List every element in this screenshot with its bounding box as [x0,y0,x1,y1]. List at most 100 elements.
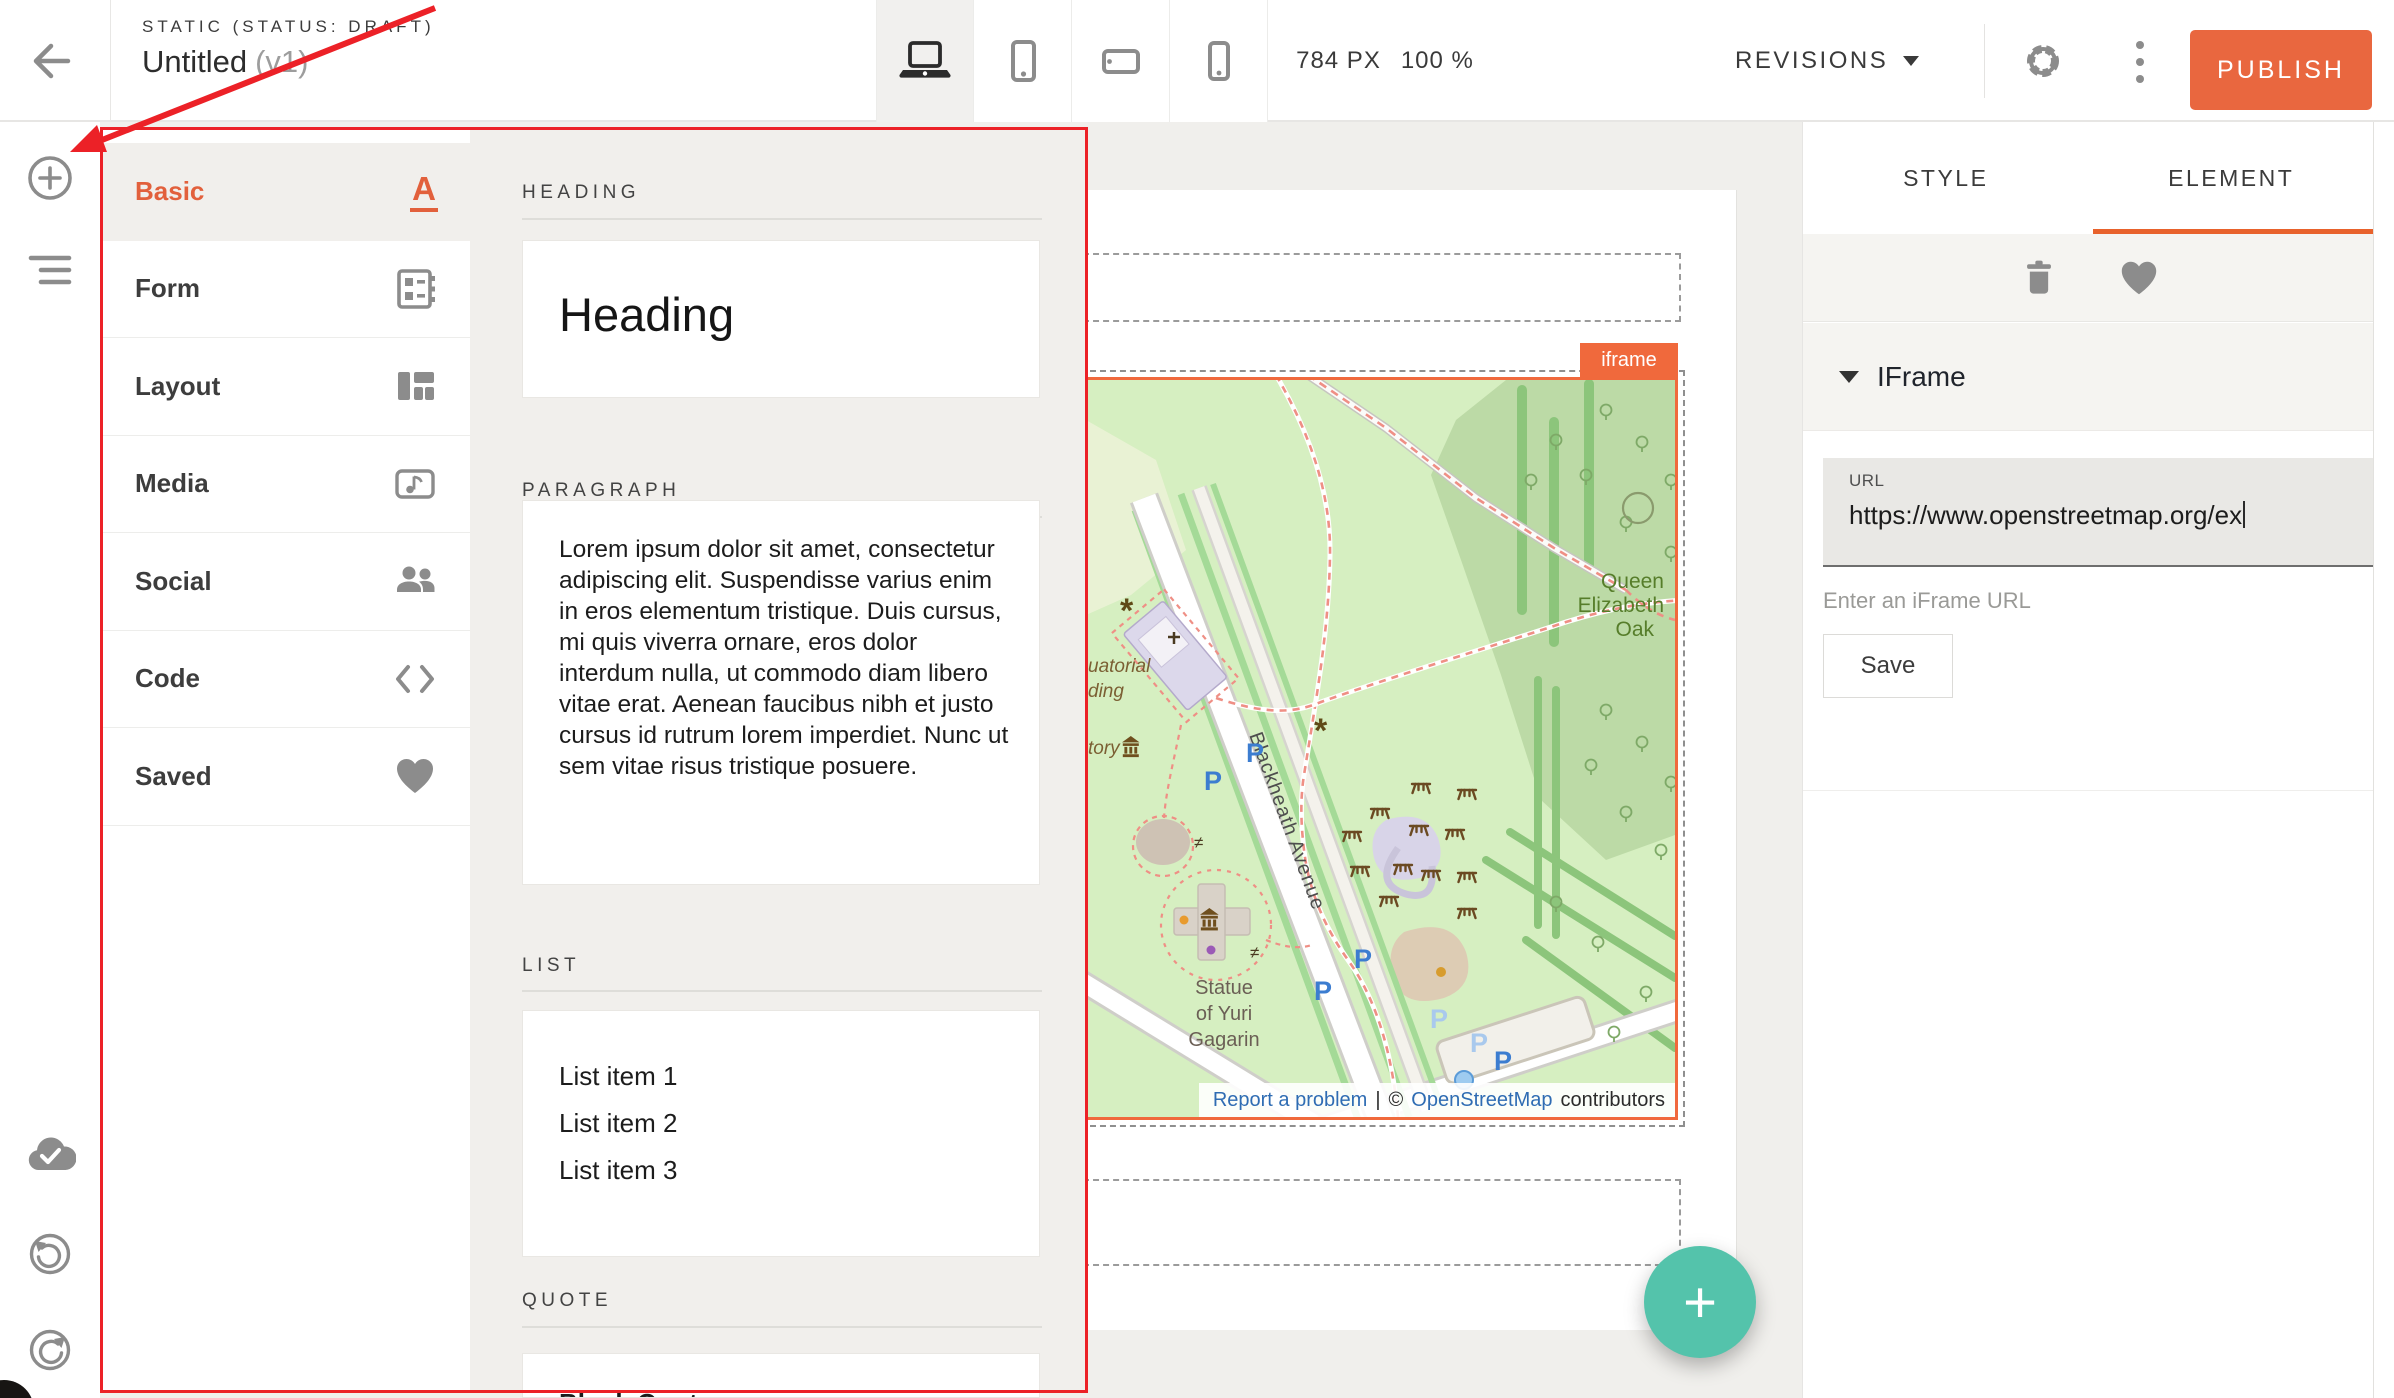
zoom-level-label: 100 % [1401,47,1474,75]
sidebar-item-layout[interactable]: Layout [103,338,470,436]
openstreetmap-preview: Queen Elizabeth Oak Blackheath Avenue St… [1086,380,1675,1117]
empty-drop-placeholder[interactable] [1083,1179,1681,1266]
kebab-menu-icon [2135,39,2145,85]
phone-portrait-icon [1193,37,1245,85]
sidebar-item-form[interactable]: Form [103,241,470,339]
url-helper-text: Enter an iFrame URL [1823,588,2031,614]
code-brackets-icon [392,659,438,699]
section-label-list: LIST [522,955,580,977]
map-asterisk-symbol: * [1314,712,1328,750]
list-element-card[interactable]: List item 1 List item 2 List item 3 [522,1010,1040,1257]
map-parking-p: P [1430,1004,1448,1034]
revisions-dropdown[interactable]: REVISIONS [1735,0,1919,122]
tab-element[interactable]: ELEMENT [2089,122,2375,234]
sidebar-item-label: Media [135,468,209,499]
quote-element-card[interactable]: Block Quote [522,1353,1040,1398]
iframe-element-tag: iframe [1580,343,1678,377]
sidebar-item-media[interactable]: Media [103,436,470,534]
map-asterisk-symbol: * [1120,592,1134,630]
tab-style[interactable]: STYLE [1803,122,2089,234]
section-label-paragraph: PARAGRAPH [522,480,680,502]
map-parking-p: P [1314,976,1332,1006]
openstreetmap-link[interactable]: OpenStreetMap [1411,1089,1552,1112]
map-label-observatory: tory [1088,738,1121,759]
more-options-button[interactable] [2126,38,2154,86]
redo-button[interactable] [24,1324,76,1376]
map-gate-symbol: ≠ [1250,943,1259,962]
add-element-button[interactable] [24,152,76,204]
layers-list-button[interactable] [24,250,76,302]
map-parking-p: P [1494,1046,1512,1076]
heart-icon [2117,256,2161,300]
page-builder-screen: STATIC (STATUS: DRAFT) Untitled(v1) [0,0,2394,1398]
favorite-element-button[interactable] [2117,256,2161,300]
url-field-label: URL [1849,471,1885,491]
map-label-of-yuri: of Yuri [1196,1003,1252,1025]
report-problem-link[interactable]: Report a problem [1213,1089,1368,1112]
section-divider [522,218,1042,220]
toolbar-divider [110,0,111,122]
laptop-icon [897,38,953,84]
contributors-label: contributors [1561,1089,1666,1112]
media-note-icon [392,461,438,507]
tablet-icon [997,37,1049,85]
panel-divider [1803,790,2374,791]
publish-button[interactable]: PUBLISH [2190,30,2372,110]
device-desktop-button[interactable] [876,0,974,122]
phone-landscape-icon [1095,37,1147,85]
map-label-elizabeth: Elizabeth [1578,594,1664,617]
device-landscape-button[interactable] [1072,0,1170,122]
empty-drop-placeholder[interactable] [1083,253,1681,322]
sidebar-item-label: Code [135,663,200,694]
settings-button[interactable] [2016,34,2070,88]
device-phone-button[interactable] [1170,0,1268,122]
iframe-element-selected[interactable]: iframe [1083,377,1678,1120]
section-label-quote: QUOTE [522,1290,612,1312]
elements-palette: HEADING Heading PARAGRAPH Lorem ipsum do… [470,122,1087,1398]
map-parking-p: P [1246,738,1264,768]
list-card-item: List item 2 [523,1100,1039,1147]
chevron-down-icon [1903,56,1919,66]
url-input-field[interactable]: URL https://www.openstreetmap.org/ex [1823,458,2373,567]
iframe-section-header[interactable]: IFrame [1803,323,2374,431]
page-title: Untitled [142,44,247,79]
list-card-item: List item 3 [523,1147,1039,1194]
sidebar-item-basic[interactable]: Basic A [103,143,470,241]
trash-icon [2017,256,2061,300]
heading-element-card[interactable]: Heading [522,240,1040,398]
viewport-size-info: 784 PX 100 % [1285,0,1485,122]
document-info: STATIC (STATUS: DRAFT) Untitled(v1) [142,17,435,80]
map-label-gagarin: Gagarin [1188,1029,1259,1051]
panel-scrollbar-gutter[interactable] [2373,122,2394,1398]
text-cursor [2243,501,2245,528]
sidebar-item-social[interactable]: Social [103,533,470,631]
save-button[interactable]: Save [1823,634,1953,698]
undo-button[interactable] [24,1228,76,1280]
collapse-caret-icon [1839,371,1859,383]
section-divider [522,990,1042,992]
device-tablet-button[interactable] [974,0,1072,122]
delete-element-button[interactable] [2017,256,2061,300]
section-label-heading: HEADING [522,182,640,204]
device-preview-switcher [876,0,1268,122]
copyright-symbol: © [1389,1089,1404,1112]
map-label-building: ding [1088,681,1124,702]
back-button[interactable] [26,36,76,86]
attribution-divider: | [1375,1089,1380,1112]
list-lines-icon [24,250,76,290]
text-basic-icon: A [410,172,438,212]
sidebar-item-code[interactable]: Code [103,631,470,729]
toolbar: STATIC (STATUS: DRAFT) Untitled(v1) [0,0,2394,122]
add-block-fab[interactable]: + [1644,1246,1756,1358]
map-parking-p: P [1204,766,1222,796]
left-rail [0,122,100,1398]
paragraph-element-card[interactable]: Lorem ipsum dolor sit amet, consectetur … [522,500,1040,885]
section-divider [522,1326,1042,1328]
paragraph-card-text: Lorem ipsum dolor sit amet, consectetur … [523,501,1039,782]
sidebar-item-label: Form [135,273,200,304]
sidebar-item-label: Basic [135,176,204,207]
map-label-oak: Oak [1615,618,1654,641]
iframe-section-title: IFrame [1877,361,1966,393]
sidebar-item-saved[interactable]: Saved [103,728,470,826]
quote-card-text: Block Quote [523,1354,1039,1398]
